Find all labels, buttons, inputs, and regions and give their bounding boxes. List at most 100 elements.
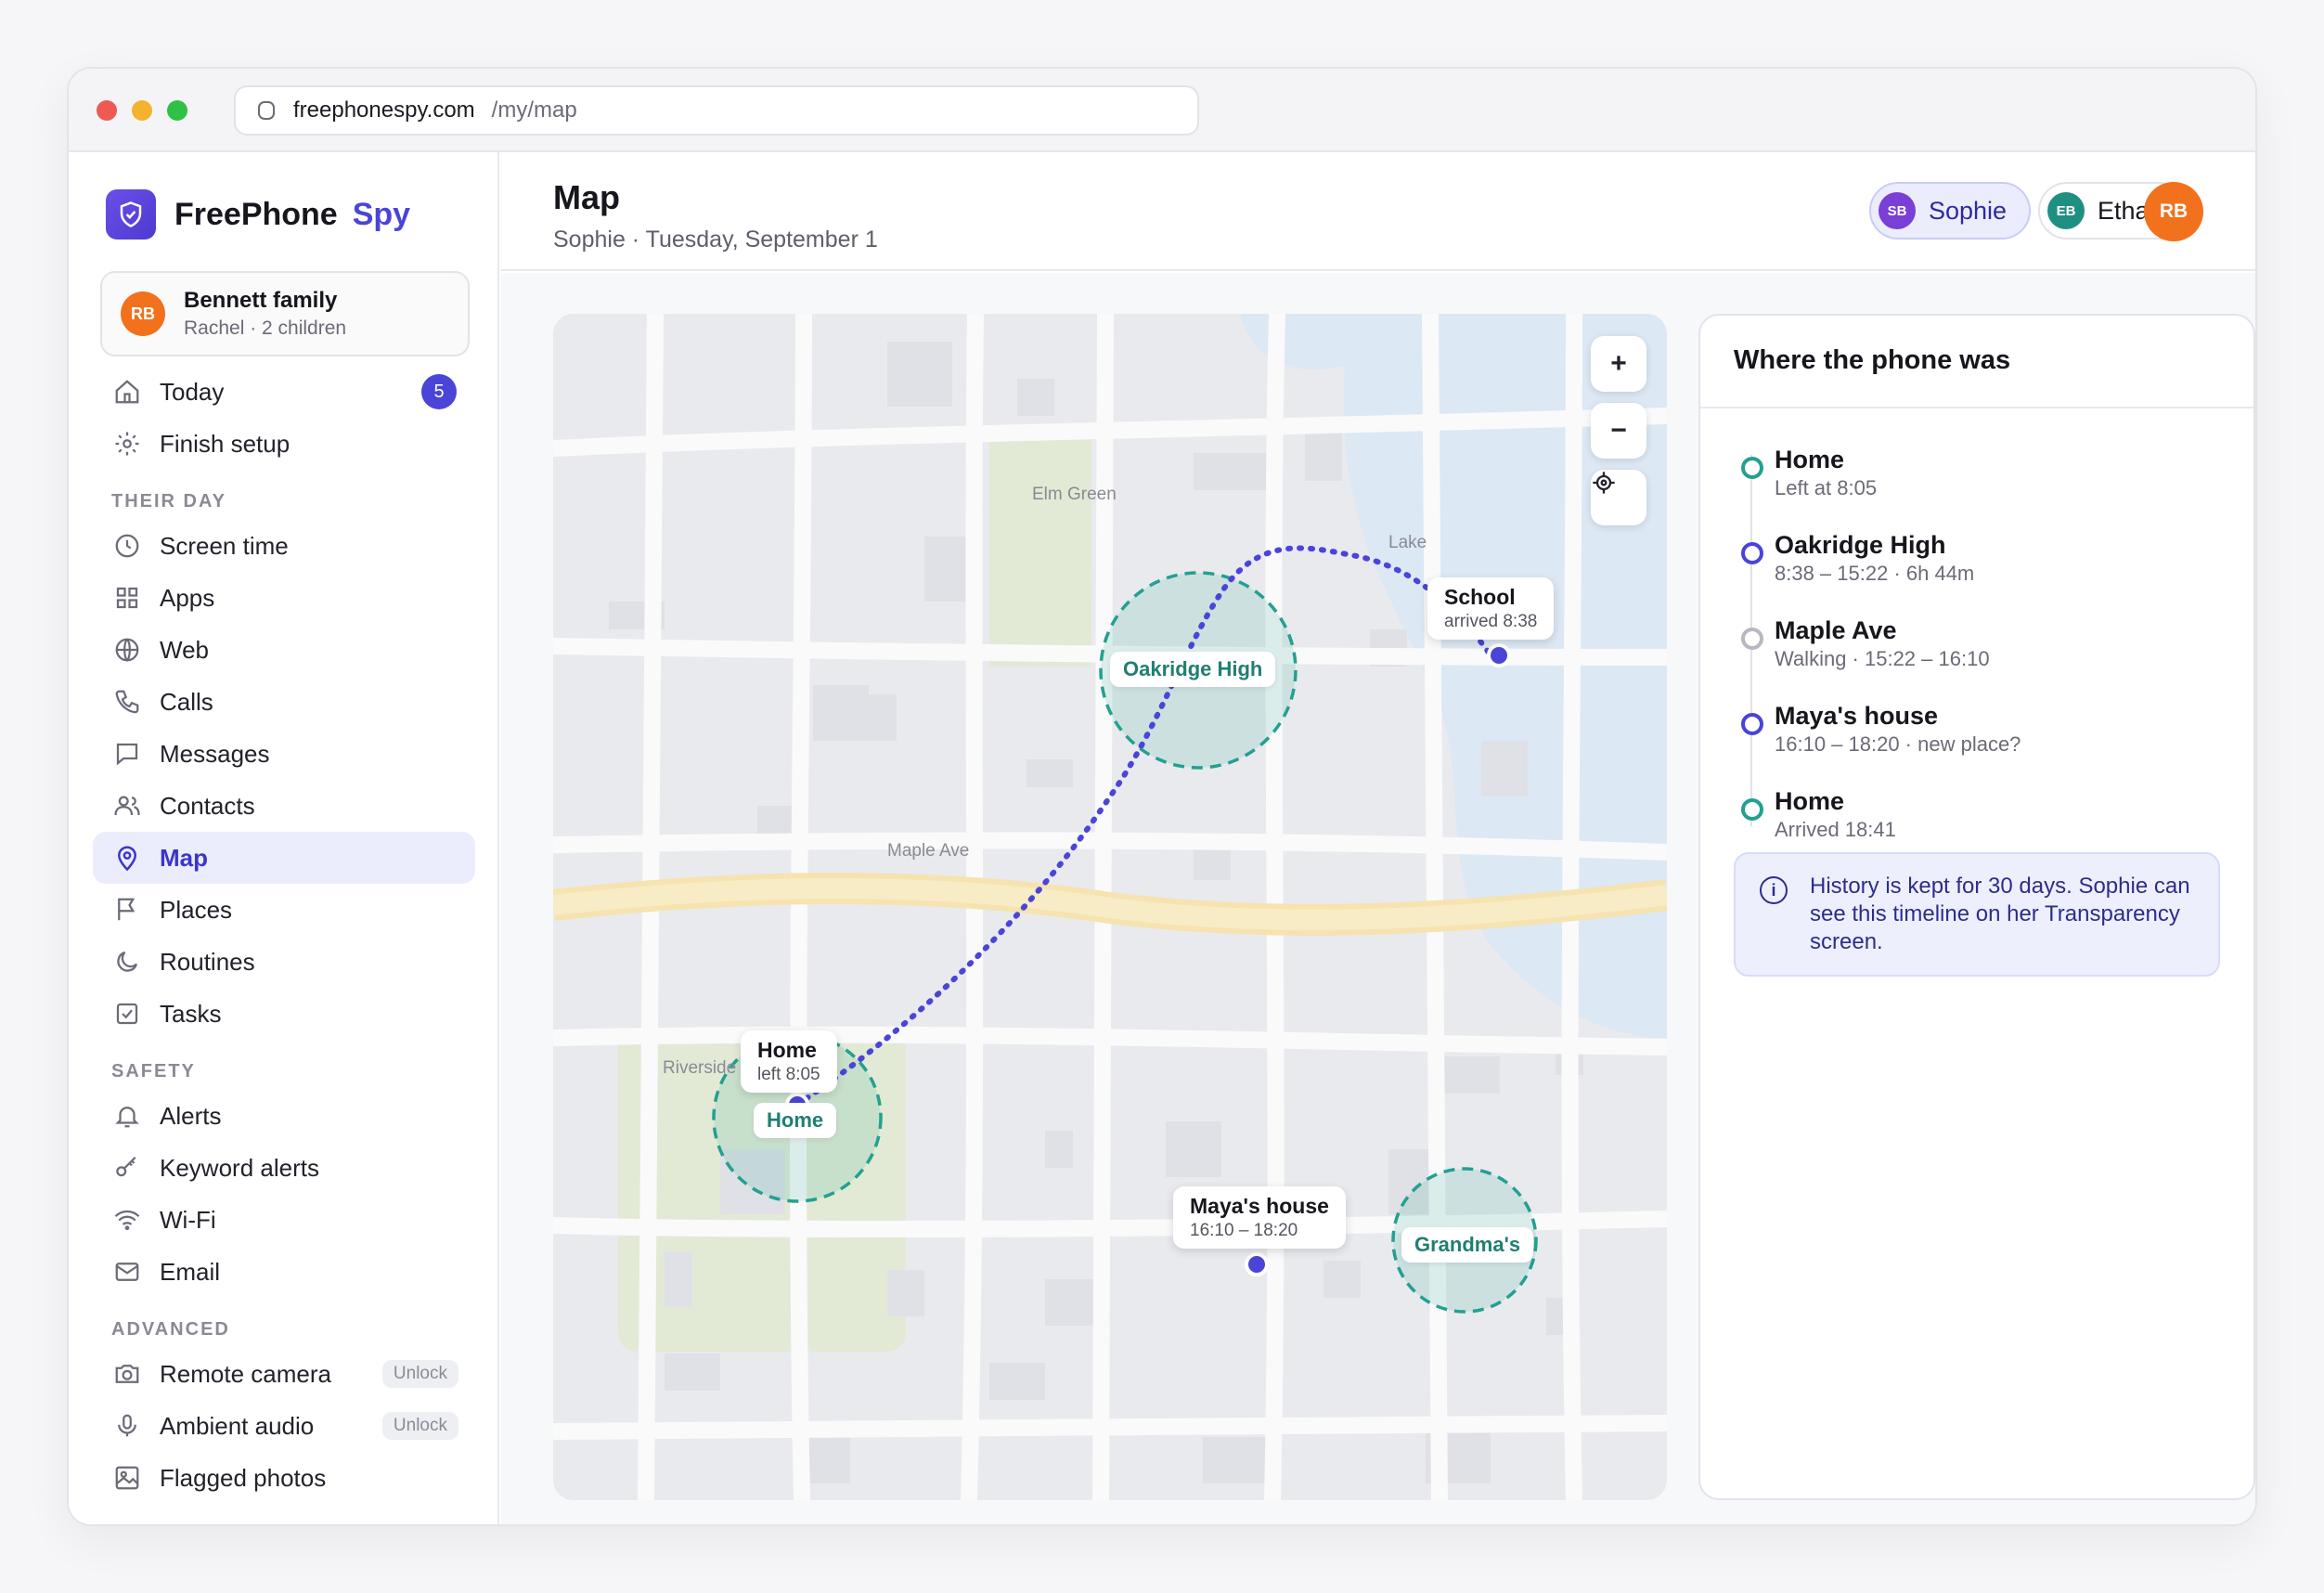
- timeline-item[interactable]: Oakridge High 8:38 – 15:22 · 6h 44m: [1734, 531, 2216, 616]
- brand-name: FreePhone: [174, 196, 338, 232]
- place-label-grandmas[interactable]: Grandma's: [1401, 1227, 1534, 1263]
- history-note-text: History is kept for 30 days. Sophie can …: [1810, 874, 2190, 954]
- tooltip-sub: arrived 8:38: [1444, 612, 1538, 631]
- tooltip-title: Maya's house: [1190, 1194, 1329, 1218]
- timeline-dot: [1741, 628, 1763, 650]
- sidebar-item-label: Calls: [160, 687, 213, 716]
- timeline-item[interactable]: Maple Ave Walking · 15:22 – 16:10: [1734, 616, 2216, 702]
- key-icon: [111, 1152, 143, 1184]
- url-path: /my/map: [491, 97, 577, 123]
- timeline-title: Where the phone was: [1734, 345, 2011, 375]
- sidebar-item-flagged-photos[interactable]: Flagged photos: [93, 1452, 475, 1504]
- sidebar-item-label: Tasks: [160, 999, 222, 1028]
- timeline-panel: Where the phone was Home Left at 8:05 Oa…: [1698, 314, 2255, 1500]
- sidebar-item-label: Apps: [160, 583, 215, 612]
- timeline-item-sub: Arrived 18:41: [1775, 818, 1896, 841]
- address-bar[interactable]: freephonespy.com /my/map: [234, 85, 1199, 136]
- map-label-riverside: Riverside: [663, 1058, 737, 1078]
- brand[interactable]: FreePhone Spy: [106, 189, 410, 240]
- timeline-item[interactable]: Maya's house 16:10 – 18:20 · new place?: [1734, 702, 2216, 787]
- sidebar-item-places[interactable]: Places: [93, 884, 475, 936]
- locate-button[interactable]: [1591, 470, 1646, 525]
- sidebar-nav: Today 5 Finish setup THEIR DAY Screen ti…: [93, 366, 475, 1504]
- timeline-dot: [1741, 798, 1763, 821]
- phone-icon: [111, 686, 143, 718]
- today-badge: 5: [421, 374, 457, 409]
- place-label-home[interactable]: Home: [754, 1103, 837, 1138]
- gear-icon: [111, 428, 143, 460]
- sidebar-item-label: Messages: [160, 739, 270, 768]
- sidebar-item-routines[interactable]: Routines: [93, 936, 475, 988]
- sidebar-item-label: Wi-Fi: [160, 1205, 216, 1234]
- tooltip-title: Home: [757, 1038, 817, 1062]
- timeline-item-sub: 16:10 – 18:20 · new place?: [1775, 732, 2021, 756]
- timeline-item-sub: Left at 8:05: [1775, 476, 1878, 499]
- sidebar-item-map[interactable]: Map: [93, 832, 475, 884]
- sidebar-item-email[interactable]: Email: [93, 1246, 475, 1298]
- sidebar-item-remote-camera[interactable]: Remote camera Unlock: [93, 1348, 475, 1400]
- clock-icon: [111, 530, 143, 562]
- sidebar-item-keyword-alerts[interactable]: Keyword alerts: [93, 1142, 475, 1194]
- timeline-item-title: Maya's house: [1775, 702, 1938, 730]
- timeline-item-sub: 8:38 – 15:22 · 6h 44m: [1775, 562, 1975, 585]
- page-title: Map: [553, 178, 620, 216]
- section-advanced: ADVANCED: [111, 1319, 230, 1340]
- tooltip-sub: 16:10 – 18:20: [1190, 1221, 1298, 1240]
- browser-window: freephonespy.com /my/map FreePhone Spy R…: [67, 67, 2257, 1526]
- tooltip-school[interactable]: School arrived 8:38: [1427, 577, 1555, 640]
- close-window-button[interactable]: [97, 100, 117, 121]
- family-switcher[interactable]: RB Bennett family Rachel · 2 children: [100, 271, 470, 356]
- sidebar-item-label: Map: [160, 843, 208, 872]
- history-note: i History is kept for 30 days. Sophie ca…: [1734, 852, 2220, 977]
- sidebar-item-contacts[interactable]: Contacts: [93, 780, 475, 832]
- sidebar-item-tasks[interactable]: Tasks: [93, 988, 475, 1040]
- map-view[interactable]: Elm Green Lake Maple Ave Riverside Oakri…: [553, 314, 1667, 1500]
- sidebar-item-label: Alerts: [160, 1101, 222, 1130]
- timeline-dot: [1741, 542, 1763, 564]
- sidebar-item-ambient-audio[interactable]: Ambient audio Unlock: [93, 1400, 475, 1452]
- flag-icon: [111, 894, 143, 926]
- timeline-item-sub: Walking · 15:22 – 16:10: [1775, 647, 1990, 670]
- sidebar-item-label: Places: [160, 895, 233, 924]
- sidebar-item-screen-time[interactable]: Screen time: [93, 520, 475, 572]
- sidebar-item-web[interactable]: Web: [93, 624, 475, 676]
- timeline-dot: [1741, 713, 1763, 735]
- sidebar-item-apps[interactable]: Apps: [93, 572, 475, 624]
- timeline-item-title: Oakridge High: [1775, 531, 1946, 559]
- tooltip-sub: left 8:05: [757, 1065, 820, 1084]
- page-subtitle: Sophie · Tuesday, September 1: [553, 227, 878, 253]
- tooltip-home[interactable]: Home left 8:05: [741, 1030, 837, 1093]
- sidebar-item-messages[interactable]: Messages: [93, 728, 475, 780]
- child-avatar: EB: [2047, 192, 2085, 229]
- url-host: freephonespy.com: [293, 97, 475, 123]
- account-avatar[interactable]: RB: [2144, 182, 2203, 241]
- divider: [1700, 407, 2253, 408]
- sidebar-item-label: Contacts: [160, 791, 255, 820]
- checkbox-icon: [111, 998, 143, 1030]
- unlock-badge[interactable]: Unlock: [381, 1360, 458, 1388]
- timeline-item[interactable]: Home Left at 8:05: [1734, 446, 2216, 531]
- minimize-window-button[interactable]: [132, 100, 152, 121]
- wifi-icon: [111, 1204, 143, 1236]
- sidebar-item-today[interactable]: Today 5: [93, 366, 475, 418]
- browser-chrome: freephonespy.com /my/map: [69, 69, 2255, 152]
- zoom-out-button[interactable]: −: [1591, 403, 1646, 459]
- child-tab-sophie[interactable]: SB Sophie: [1869, 182, 2032, 240]
- sidebar-item-calls[interactable]: Calls: [93, 676, 475, 728]
- bell-icon: [111, 1100, 143, 1132]
- section-safety: SAFETY: [111, 1061, 196, 1081]
- shield-logo-icon: [106, 189, 156, 240]
- timeline-item-title: Home: [1775, 446, 1845, 473]
- tooltip-maya[interactable]: Maya's house 16:10 – 18:20: [1173, 1186, 1346, 1249]
- sidebar-item-finish-setup[interactable]: Finish setup: [93, 418, 475, 470]
- camera-icon: [111, 1358, 143, 1390]
- maximize-window-button[interactable]: [167, 100, 187, 121]
- unlock-badge[interactable]: Unlock: [381, 1412, 458, 1440]
- sidebar-item-alerts[interactable]: Alerts: [93, 1090, 475, 1142]
- zoom-in-button[interactable]: +: [1591, 336, 1646, 392]
- sidebar-item-wifi[interactable]: Wi-Fi: [93, 1194, 475, 1246]
- child-name: Sophie: [1929, 196, 2008, 225]
- place-label-oakridge[interactable]: Oakridge High: [1110, 652, 1276, 687]
- map-pin-icon: [111, 842, 143, 874]
- globe-icon: [111, 634, 143, 666]
